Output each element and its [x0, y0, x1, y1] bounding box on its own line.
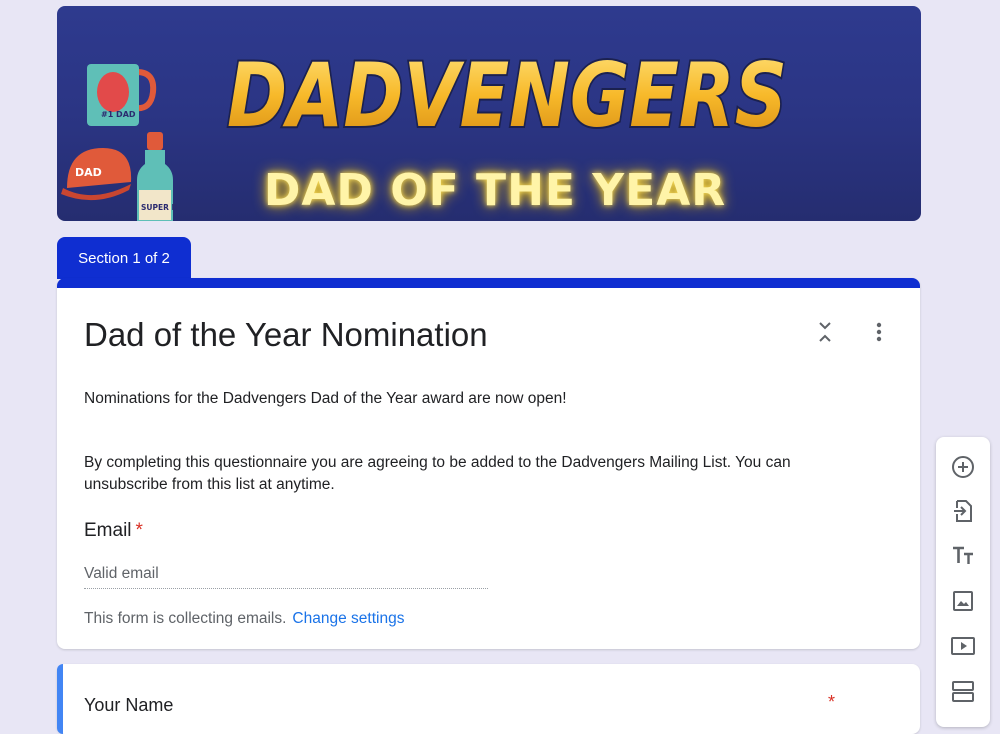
- dadvengers-logo: DADVENGERS: [225, 42, 789, 144]
- question-title[interactable]: Your Name: [84, 695, 173, 716]
- collecting-emails-text: This form is collecting emails.: [84, 610, 287, 627]
- bottle-illustration: SUPER DAD: [137, 132, 177, 221]
- mug-illustration: #1 DAD: [87, 64, 157, 126]
- add-question-icon[interactable]: [950, 454, 976, 480]
- required-asterisk: *: [828, 692, 836, 712]
- import-questions-icon[interactable]: [950, 498, 976, 524]
- form-header-card[interactable]: Dad of the Year Nomination Nominations f…: [57, 278, 920, 649]
- more-options-icon[interactable]: [869, 320, 889, 344]
- add-title-icon[interactable]: [950, 543, 976, 569]
- svg-text:#1 DAD: #1 DAD: [101, 110, 136, 119]
- email-label-text: Email: [84, 520, 132, 541]
- svg-text:SUPER DAD: SUPER DAD: [141, 203, 177, 212]
- question-card-your-name[interactable]: Your Name *: [57, 664, 920, 734]
- collecting-emails-note: This form is collecting emails. Change se…: [84, 610, 404, 628]
- email-question-label: Email *: [84, 520, 143, 542]
- add-image-icon[interactable]: [950, 588, 976, 614]
- add-video-icon[interactable]: [950, 633, 976, 659]
- collapse-section-icon[interactable]: [815, 320, 835, 344]
- banner-subtitle: DAD OF THE YEAR: [263, 165, 727, 216]
- section-tab: Section 1 of 2: [57, 237, 191, 279]
- svg-text:DADVENGERS: DADVENGERS: [227, 44, 787, 144]
- form-description-line-2[interactable]: By completing this questionnaire you are…: [84, 452, 844, 496]
- required-asterisk: *: [135, 520, 143, 541]
- add-section-icon[interactable]: [950, 678, 976, 704]
- cap-illustration: DAD: [61, 148, 132, 201]
- form-title[interactable]: Dad of the Year Nomination: [84, 316, 488, 354]
- header-banner: #1 DAD DAD SUPER DAD DADVENGERS DAD OF T…: [57, 6, 921, 221]
- email-field[interactable]: [84, 560, 488, 589]
- form-description-line-1[interactable]: Nominations for the Dadvengers Dad of th…: [84, 388, 844, 410]
- svg-text:DAD: DAD: [75, 166, 102, 179]
- floating-toolbar: [936, 437, 990, 727]
- change-settings-link[interactable]: Change settings: [292, 610, 404, 627]
- active-question-indicator: [57, 664, 63, 734]
